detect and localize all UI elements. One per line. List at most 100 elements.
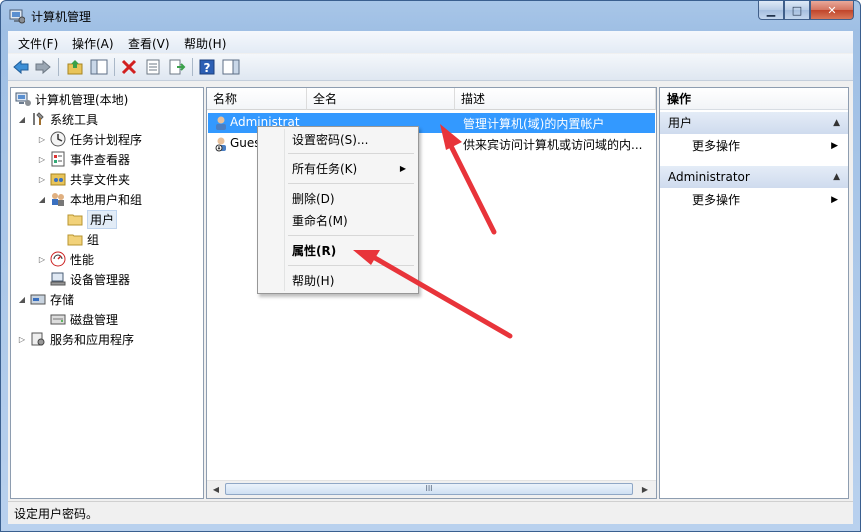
window-title: 计算机管理 <box>31 10 92 24</box>
tree-node-device-manager[interactable]: 设备管理器 <box>50 270 130 288</box>
actions-section-administrator[interactable]: Administrator ▲ <box>660 166 848 188</box>
collapsed-arrow-icon[interactable]: ▷ <box>37 135 47 144</box>
tree-node-services-apps[interactable]: ▷ 服务和应用程序 <box>17 330 134 348</box>
disabled-user-icon <box>215 137 226 152</box>
collapse-up-icon[interactable]: ▲ <box>833 112 840 134</box>
minimize-button[interactable]: ▁ <box>758 1 784 20</box>
storage-icon <box>30 294 46 305</box>
actions-title: 操作 <box>660 88 848 110</box>
collapsed-arrow-icon[interactable]: ▷ <box>37 155 47 164</box>
more-actions-label: 更多操作 <box>692 139 741 153</box>
cell-description: 管理计算机(域)的内置帐户 <box>463 117 605 131</box>
show-hide-action-icon[interactable] <box>222 58 240 76</box>
tree-label: 事件查看器 <box>70 152 131 167</box>
tree-label: 用户 <box>87 209 118 229</box>
tree-node-event-viewer[interactable]: ▷ 事件查看器 <box>37 150 130 168</box>
scroll-right-icon[interactable]: ▶ <box>638 483 652 495</box>
users-group-icon <box>52 193 64 206</box>
expanded-arrow-icon[interactable]: ◢ <box>17 295 27 304</box>
delete-icon[interactable] <box>120 58 138 76</box>
tree-label: 设备管理器 <box>70 272 131 287</box>
tree-label: 服务和应用程序 <box>50 332 135 347</box>
tree-node-root[interactable]: 计算机管理(本地) <box>15 90 128 108</box>
help-icon[interactable]: ? <box>198 58 216 76</box>
menu-delete[interactable]: 删除(D) <box>292 189 414 209</box>
shared-folder-icon <box>50 173 66 186</box>
context-menu: 设置密码(S)... 所有任务(K) ▶ 删除(D) 重命名(M) 属性(R) … <box>257 126 419 294</box>
maximize-button[interactable]: □ <box>784 1 810 20</box>
horizontal-scrollbar[interactable]: ◀ III ▶ <box>207 480 656 498</box>
cell-description: 供来宾访问计算机或访问域的内... <box>463 138 643 152</box>
event-viewer-icon <box>51 151 65 167</box>
tree-node-shared-folders[interactable]: ▷ 共享文件夹 <box>37 170 130 188</box>
forward-icon[interactable] <box>34 58 52 76</box>
tree-node-storage[interactable]: ◢ 存储 <box>17 290 74 308</box>
column-header-name[interactable]: 名称 <box>207 88 307 110</box>
collapse-up-icon[interactable]: ▲ <box>833 166 840 188</box>
status-text: 设定用户密码。 <box>14 507 99 521</box>
tree-node-local-users[interactable]: ◢ 本地用户和组 <box>37 190 142 208</box>
submenu-arrow-icon: ▶ <box>831 195 838 205</box>
scroll-thumb[interactable]: III <box>225 483 633 495</box>
tree-label: 系统工具 <box>50 112 99 127</box>
client-area: 文件(F) 操作(A) 查看(V) 帮助(H) ? 计算机管理(本地) ◢ 系统… <box>8 31 853 524</box>
tree-node-task-scheduler[interactable]: ▷ 任务计划程序 <box>37 130 142 148</box>
actions-pane: 操作 用户 ▲ 更多操作 ▶ Administrator ▲ 更多操作 ▶ <box>659 87 849 499</box>
toolbar: ? <box>8 54 853 81</box>
services-icon <box>31 332 45 346</box>
up-level-icon[interactable] <box>66 58 84 76</box>
tree-node-performance[interactable]: ▷ 性能 <box>37 250 94 268</box>
menu-file[interactable]: 文件(F) <box>18 35 58 52</box>
performance-icon <box>50 251 66 267</box>
title-bar[interactable]: 计算机管理 ▁ □ ✕ <box>1 1 860 31</box>
computer-management-window: 计算机管理 ▁ □ ✕ 文件(F) 操作(A) 查看(V) 帮助(H) ? 计算… <box>0 0 861 532</box>
cell-name: Gues <box>230 136 261 150</box>
expanded-arrow-icon[interactable]: ◢ <box>37 195 47 204</box>
column-header-fullname[interactable]: 全名 <box>307 88 455 110</box>
menu-all-tasks[interactable]: 所有任务(K) ▶ <box>292 159 414 179</box>
tree-node-groups[interactable]: 组 <box>67 230 99 248</box>
close-button[interactable]: ✕ <box>810 1 854 20</box>
menu-view[interactable]: 查看(V) <box>128 35 170 52</box>
tree-node-system-tools[interactable]: ◢ 系统工具 <box>17 110 98 128</box>
status-bar: 设定用户密码。 <box>8 501 853 524</box>
menu-help[interactable]: 帮助(H) <box>184 35 226 52</box>
more-actions-label: 更多操作 <box>692 193 741 207</box>
tree-node-users[interactable]: 用户 <box>67 209 118 229</box>
expanded-arrow-icon[interactable]: ◢ <box>17 115 27 124</box>
tree-label: 本地用户和组 <box>70 192 143 207</box>
menu-set-password[interactable]: 设置密码(S)... <box>292 130 414 150</box>
submenu-arrow-icon: ▶ <box>831 141 838 151</box>
device-manager-icon <box>50 272 66 286</box>
export-list-icon[interactable] <box>168 58 186 76</box>
actions-section-users[interactable]: 用户 ▲ <box>660 112 848 134</box>
section-label: Administrator <box>668 170 750 184</box>
menu-rename[interactable]: 重命名(M) <box>292 211 414 231</box>
tree-node-disk-management[interactable]: 磁盘管理 <box>50 310 118 328</box>
menu-properties[interactable]: 属性(R) <box>292 241 414 261</box>
disk-icon <box>50 314 66 325</box>
back-icon[interactable] <box>12 58 30 76</box>
properties-icon[interactable] <box>144 58 162 76</box>
show-hide-tree-icon[interactable] <box>90 58 108 76</box>
tree-label: 共享文件夹 <box>70 172 131 187</box>
tree-label: 存储 <box>50 292 75 307</box>
scroll-left-icon[interactable]: ◀ <box>209 483 223 495</box>
computer-management-icon <box>15 92 31 106</box>
console-tree: 计算机管理(本地) ◢ 系统工具 ▷ 任务计划程序 ▷ 事件查看器 ▷ 共享文件… <box>10 87 204 499</box>
tree-label: 任务计划程序 <box>70 132 143 147</box>
column-header-description[interactable]: 描述 <box>455 88 656 110</box>
menu-action[interactable]: 操作(A) <box>72 35 114 52</box>
svg-text:?: ? <box>204 61 211 75</box>
more-actions-administrator[interactable]: 更多操作 ▶ <box>692 190 842 210</box>
more-actions-users[interactable]: 更多操作 ▶ <box>692 136 842 156</box>
menu-help[interactable]: 帮助(H) <box>292 271 414 291</box>
collapsed-arrow-icon[interactable]: ▷ <box>17 335 27 344</box>
computer-management-icon <box>9 9 25 24</box>
collapsed-arrow-icon[interactable]: ▷ <box>37 175 47 184</box>
collapsed-arrow-icon[interactable]: ▷ <box>37 255 47 264</box>
user-icon <box>216 116 226 130</box>
tools-icon <box>33 112 44 125</box>
tree-label: 组 <box>87 232 100 247</box>
tree-label: 计算机管理(本地) <box>35 92 129 107</box>
